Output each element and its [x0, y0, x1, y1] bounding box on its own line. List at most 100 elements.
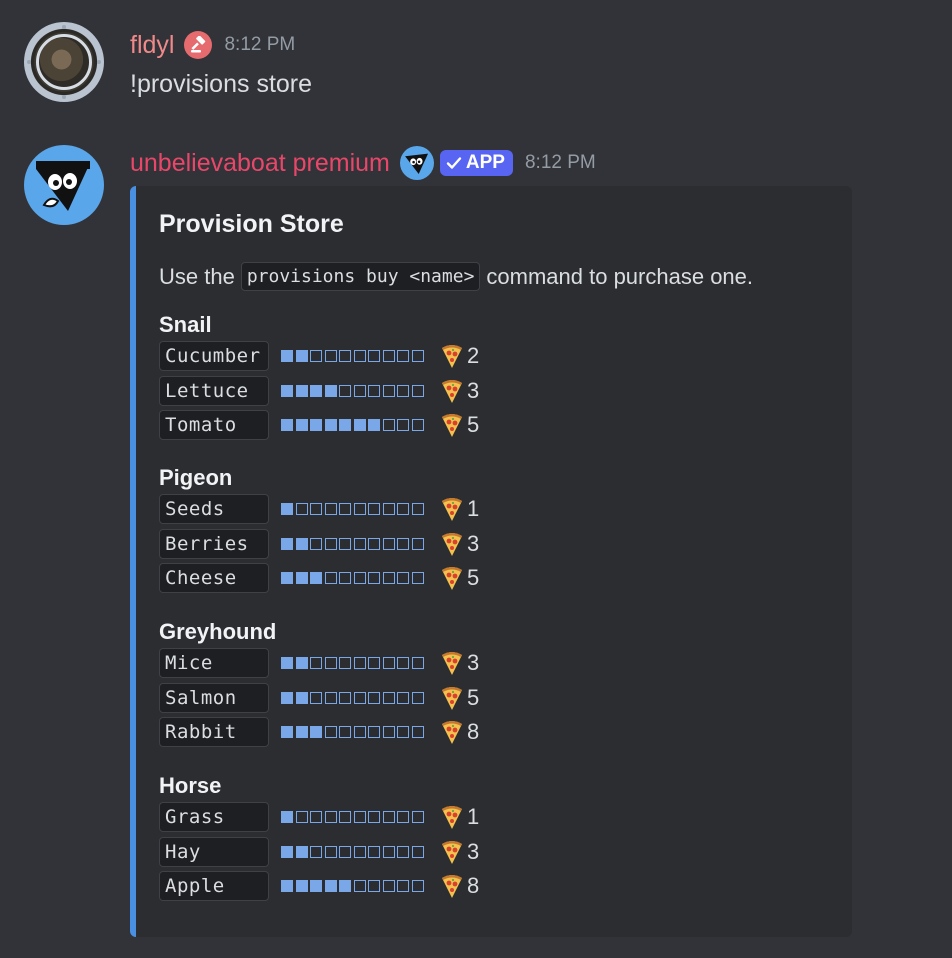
level-square-empty	[310, 691, 322, 704]
level-square-filled	[295, 845, 308, 858]
level-square-empty	[353, 657, 366, 670]
level-square-empty	[353, 691, 366, 704]
level-square-filled	[368, 419, 380, 432]
username[interactable]: fldyl	[130, 31, 174, 60]
pizza-icon	[442, 652, 462, 676]
level-square-empty	[295, 503, 308, 516]
level-square-empty	[411, 350, 424, 363]
gavel-icon	[184, 31, 213, 59]
provision-row: Cheese 5	[159, 561, 479, 596]
level-square-filled	[353, 419, 366, 432]
level-square-empty	[382, 845, 395, 858]
provision-level-bar	[281, 691, 429, 704]
pizza-icon-wrap	[429, 412, 465, 438]
embed-description: Use the provisions buy <name> command to…	[159, 262, 753, 291]
level-square-empty	[368, 880, 380, 893]
message-header: unbelievaboat premium APP 8:12 PM	[130, 146, 596, 180]
level-square-empty	[397, 691, 409, 704]
message-content: !provisions store	[130, 70, 313, 98]
provision-cost: 2	[467, 343, 480, 369]
pizza-icon-wrap	[429, 804, 465, 830]
level-square-empty	[382, 726, 395, 739]
level-square-empty	[353, 350, 366, 363]
level-square-empty	[382, 691, 395, 704]
level-square-filled	[281, 691, 293, 704]
message-header: fldyl 8:12 PM	[130, 30, 295, 60]
pizza-icon	[442, 875, 462, 899]
level-square-empty	[368, 811, 380, 824]
provision-row: Tomato 5	[159, 408, 479, 443]
level-square-filled	[281, 657, 293, 670]
bot-avatar[interactable]	[24, 145, 104, 225]
level-square-empty	[295, 811, 308, 824]
pizza-icon-wrap	[429, 650, 465, 676]
level-square-empty	[368, 691, 380, 704]
level-square-empty	[310, 845, 322, 858]
provision-row: Salmon 5	[159, 681, 479, 716]
level-square-filled	[281, 726, 293, 739]
level-square-empty	[397, 419, 409, 432]
provision-row: Cucumber 2	[159, 339, 479, 374]
provision-name: Mice	[159, 648, 269, 679]
store-embed: Provision Store Use the provisions buy <…	[130, 186, 852, 937]
level-square-filled	[295, 726, 308, 739]
level-square-empty	[397, 880, 409, 893]
level-square-empty	[353, 572, 366, 585]
avatar-porthole	[36, 34, 92, 90]
provision-cost: 5	[467, 565, 480, 591]
level-square-empty	[339, 350, 351, 363]
username[interactable]: unbelievaboat premium	[130, 149, 390, 178]
level-square-filled	[310, 726, 322, 739]
pizza-icon	[442, 721, 462, 745]
user-avatar[interactable]	[24, 22, 104, 102]
level-square-empty	[339, 384, 351, 397]
level-square-filled	[324, 880, 337, 893]
level-square-empty	[397, 845, 409, 858]
section-greyhound: Greyhound Mice 3 Salmon 5 Rabbit 8	[159, 618, 479, 750]
provision-row: Rabbit 8	[159, 715, 479, 750]
level-square-empty	[324, 845, 337, 858]
provision-level-bar	[281, 657, 429, 670]
level-square-empty	[397, 657, 409, 670]
level-square-filled	[339, 419, 351, 432]
level-square-empty	[324, 350, 337, 363]
level-square-empty	[339, 572, 351, 585]
level-square-empty	[310, 350, 322, 363]
level-square-empty	[411, 503, 424, 516]
level-square-empty	[353, 384, 366, 397]
timestamp: 8:12 PM	[524, 152, 596, 173]
provision-row: Hay 3	[159, 835, 479, 870]
level-square-filled	[281, 384, 293, 397]
provision-cost: 3	[467, 530, 480, 556]
level-square-empty	[353, 537, 366, 550]
level-square-filled	[281, 880, 293, 893]
level-square-filled	[339, 880, 351, 893]
provision-cost: 1	[467, 496, 480, 522]
provision-cost: 3	[467, 377, 480, 403]
level-square-empty	[397, 811, 409, 824]
level-square-empty	[324, 811, 337, 824]
level-square-filled	[295, 657, 308, 670]
level-square-filled	[295, 691, 308, 704]
level-square-empty	[368, 657, 380, 670]
embed-title: Provision Store	[159, 210, 344, 238]
provision-level-bar	[281, 572, 429, 585]
section-name: Pigeon	[159, 465, 233, 490]
level-square-empty	[411, 419, 424, 432]
provision-name: Lettuce	[159, 375, 269, 406]
level-square-empty	[339, 726, 351, 739]
level-square-filled	[281, 503, 293, 516]
provision-level-bar	[281, 811, 429, 824]
level-square-empty	[310, 503, 322, 516]
level-square-filled	[310, 419, 322, 432]
provision-row: Seeds 1	[159, 492, 479, 527]
level-square-filled	[295, 384, 308, 397]
pizza-icon-wrap	[429, 873, 465, 899]
level-square-empty	[368, 503, 380, 516]
pizza-icon-wrap	[429, 531, 465, 557]
level-square-empty	[411, 572, 424, 585]
provision-level-bar	[281, 419, 429, 432]
level-square-empty	[353, 726, 366, 739]
level-square-empty	[382, 384, 395, 397]
provision-row: Apple 8	[159, 869, 479, 904]
